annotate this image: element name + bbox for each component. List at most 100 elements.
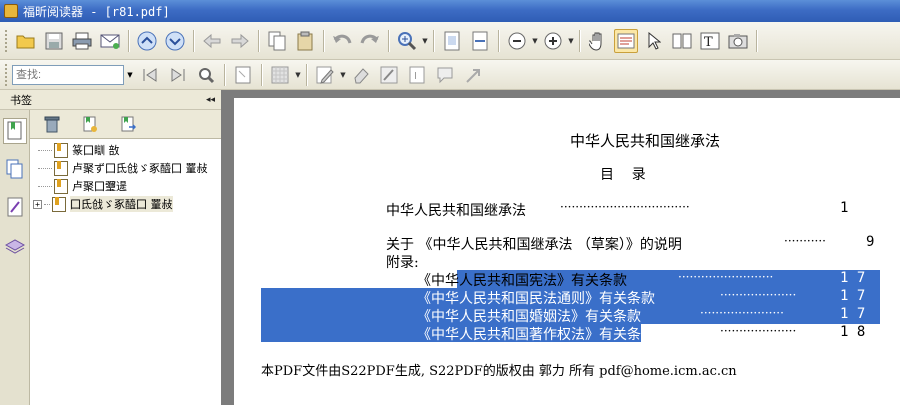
find-magnifier-icon[interactable] [194, 63, 218, 87]
svg-text:I: I [414, 71, 417, 82]
bookmark-label: 囗氐戗ゞ豖醯囗 罿敊 [70, 196, 173, 212]
save-icon[interactable] [42, 29, 66, 53]
bookmark-icon [54, 142, 68, 158]
toolbar-separator [756, 29, 757, 52]
pattern-dropdown-arrow[interactable]: ▼ [294, 63, 302, 87]
toc-entry-leader: ··········· [784, 234, 826, 248]
document-footer-note: 本PDF文件由S22PDF生成, S22PDF的版权由 郭力 所有 pdf@ho… [261, 364, 737, 379]
highlight-pen-icon[interactable] [377, 63, 401, 87]
zoom-out-dropdown-arrow[interactable]: ▼ [531, 29, 539, 53]
collapse-panel-icon[interactable]: ◂◂ [206, 95, 215, 105]
search-input[interactable] [12, 64, 124, 85]
window-title: 福昕阅读器 - [r81.pdf] [23, 4, 170, 19]
paste-page-icon[interactable] [293, 29, 317, 53]
zoom-out-icon[interactable] [505, 29, 529, 53]
hand-tool-icon[interactable] [586, 29, 610, 53]
arrow-line-icon[interactable] [461, 63, 485, 87]
toolbar-separator [261, 63, 262, 86]
print-icon[interactable] [70, 29, 94, 53]
toolbar-separator [224, 63, 225, 86]
search-dropdown-arrow[interactable]: ▼ [124, 65, 136, 85]
note-tool-icon[interactable] [231, 63, 255, 87]
tree-connector [38, 149, 52, 151]
eraser-icon[interactable] [349, 63, 373, 87]
toolbar-separator [128, 29, 129, 52]
pdf-page[interactable]: 中华人民共和国继承法 目 录 中华人民共和国继承法 ··············… [234, 98, 900, 405]
toolbar-separator [579, 29, 580, 52]
toc-entry-leader: ·································· [560, 200, 690, 214]
toolbar-grip[interactable] [5, 29, 9, 52]
bookmark-icon [52, 196, 66, 212]
title-bar: 福昕阅读器 - [r81.pdf] [0, 0, 900, 22]
zoom-in-icon[interactable] [541, 29, 565, 53]
main-toolbar: ▼ ▼ ▼ T [0, 22, 900, 60]
snapshot-camera-icon[interactable] [726, 29, 750, 53]
toc-entry-text: 关于 《中华人民共和国继承法 （草案）》的说明 [386, 237, 682, 253]
fit-page-icon[interactable] [440, 29, 464, 53]
appendix-entry-text: 《中华人民共和国民法通则》有关条款 [417, 291, 655, 307]
cursor-arrow-icon[interactable] [642, 29, 666, 53]
fit-width-icon[interactable] [468, 29, 492, 53]
appendix-entry-page: 1 7 [840, 306, 866, 322]
zoom-dropdown-arrow[interactable]: ▼ [421, 29, 429, 53]
undo-icon[interactable] [330, 29, 354, 53]
panel-title: 书签 [10, 93, 32, 107]
bookmarks-tab-icon[interactable] [3, 118, 27, 144]
bookmark-item[interactable]: 篆囗瞓 敨 [38, 141, 120, 159]
appendix-entry-page: 1 7 [840, 270, 866, 286]
toolbar-separator [306, 63, 307, 86]
pattern-fill-icon[interactable] [268, 63, 292, 87]
appendix-entry-text: 《中华人民共和国婚姻法》有关条款 [417, 309, 641, 325]
add-bookmark-icon[interactable] [78, 112, 102, 136]
toc-heading: 目 录 [600, 167, 646, 183]
toolbar-grip[interactable] [5, 63, 9, 86]
pen-annotate-icon[interactable] [313, 63, 337, 87]
move-bookmark-icon[interactable] [116, 112, 140, 136]
bookmark-label: 卢聚ず囗氐戗ゞ豖醯囗 罿敊 [72, 162, 208, 175]
text-box-icon[interactable]: I [405, 63, 429, 87]
sidebar-tab-strip [0, 110, 30, 405]
column-select-icon[interactable] [670, 29, 694, 53]
toc-entry-text: 中华人民共和国继承法 [386, 203, 526, 219]
pages-tab-icon[interactable] [3, 156, 27, 182]
select-text-icon[interactable] [614, 28, 638, 53]
bookmark-item-selected[interactable]: + 囗氐戗ゞ豖醯囗 罿敊 [33, 195, 173, 213]
bookmark-item[interactable]: 卢聚ず囗氐戗ゞ豖醯囗 罿敊 [38, 159, 208, 177]
appendix-entry-page: 1 7 [840, 288, 866, 304]
layers-tab-icon[interactable] [3, 232, 27, 258]
svg-text:T: T [704, 35, 713, 50]
copy-page-icon[interactable] [265, 29, 289, 53]
zoom-magnifier-icon[interactable] [395, 29, 419, 53]
signatures-tab-icon[interactable] [3, 194, 27, 220]
bookmark-icon [54, 178, 68, 194]
appendix-entry-leader: ···················· [720, 324, 797, 338]
comment-bubble-icon[interactable] [433, 63, 457, 87]
bookmark-tree: 篆囗瞓 敨 卢聚ず囗氐戗ゞ豖醯囗 罿敊 卢聚囗瓕遈 + 囗氐戗ゞ豖醯囗 罿敊 [30, 138, 221, 405]
find-previous-icon[interactable] [138, 63, 162, 87]
toc-entry-page: 9 [866, 234, 875, 250]
back-arrow-icon[interactable] [200, 29, 224, 53]
appendix-entry-page: 1 8 [840, 324, 866, 340]
document-viewport[interactable]: 中华人民共和国继承法 目 录 中华人民共和国继承法 ··············… [221, 90, 900, 405]
bookmark-item[interactable]: 卢聚囗瓕遈 [38, 177, 127, 195]
pen-dropdown-arrow[interactable]: ▼ [339, 63, 347, 87]
open-folder-icon[interactable] [14, 29, 38, 53]
email-icon[interactable] [98, 29, 122, 53]
secondary-toolbar: ▼ ▼ ▼ I [0, 60, 900, 90]
document-title: 中华人民共和国继承法 [570, 132, 721, 150]
appendix-entry-leader: ···················· [720, 288, 797, 302]
redo-icon[interactable] [358, 29, 382, 53]
expand-icon[interactable]: + [33, 199, 42, 209]
appendix-label: 附录: [386, 255, 419, 271]
app-icon [4, 4, 18, 18]
prev-page-icon[interactable] [135, 29, 159, 53]
next-page-icon[interactable] [163, 29, 187, 53]
zoom-in-dropdown-arrow[interactable]: ▼ [567, 29, 575, 53]
delete-bookmark-icon[interactable] [40, 112, 64, 136]
tree-connector [38, 185, 52, 187]
find-next-icon[interactable] [166, 63, 190, 87]
forward-arrow-icon[interactable] [228, 29, 252, 53]
bookmark-toolbar [30, 110, 221, 138]
appendix-entry-text: 《中华人民共和国著作权法》有关条款 [417, 327, 655, 343]
text-tool-icon[interactable]: T [698, 29, 722, 53]
